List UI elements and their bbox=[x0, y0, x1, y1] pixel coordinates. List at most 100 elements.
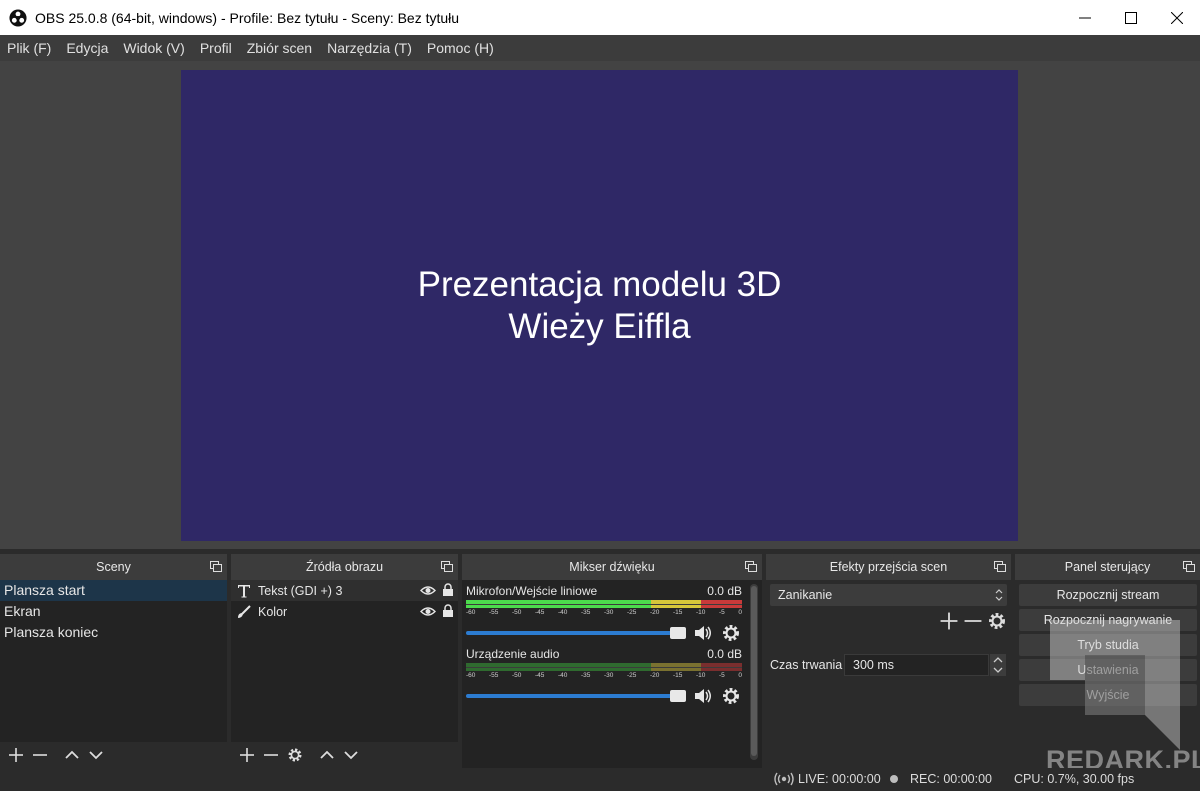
undock-icon[interactable] bbox=[210, 561, 222, 573]
source-label: Kolor bbox=[258, 604, 288, 619]
preview-area: Prezentacja modelu 3D Wieży Eiffla bbox=[0, 61, 1200, 549]
add-scene-button[interactable] bbox=[4, 744, 28, 766]
menu-file[interactable]: Plik (F) bbox=[7, 40, 51, 56]
rec-status: REC: 00:00:00 bbox=[890, 772, 992, 786]
volume-slider-handle[interactable] bbox=[670, 627, 686, 639]
controls-dock-title: Panel sterujący bbox=[1064, 560, 1151, 574]
plus-icon bbox=[240, 748, 254, 762]
duration-spinner[interactable] bbox=[990, 654, 1006, 676]
undock-icon[interactable] bbox=[994, 561, 1006, 573]
menu-edit[interactable]: Edycja bbox=[66, 40, 108, 56]
exit-button[interactable]: Wyjście bbox=[1019, 684, 1197, 706]
move-scene-down-button[interactable] bbox=[84, 744, 108, 766]
chevron-up-icon bbox=[65, 750, 79, 759]
lock-icon[interactable] bbox=[442, 604, 454, 618]
preview-canvas[interactable]: Prezentacja modelu 3D Wieży Eiffla bbox=[181, 70, 1018, 541]
move-scene-up-button[interactable] bbox=[60, 744, 84, 766]
channel-settings-button[interactable] bbox=[720, 623, 742, 643]
volume-meter bbox=[466, 663, 742, 671]
title-bar: OBS 25.0.8 (64-bit, windows) - Profile: … bbox=[0, 0, 1200, 35]
audio-mixer-dock: Mikser dźwięku Mikrofon/Wejście liniowe … bbox=[462, 554, 762, 768]
mute-button[interactable] bbox=[692, 623, 714, 643]
meter-ticks: -60 -55 -50 -45 -40 -35 -30 -25 -20 -15 -10 -5 0 bbox=[466, 609, 742, 616]
sources-dock-title: Źródła obrazu bbox=[305, 560, 384, 574]
close-button[interactable] bbox=[1154, 0, 1200, 35]
source-properties-button[interactable] bbox=[283, 744, 307, 766]
channel-settings-button[interactable] bbox=[720, 686, 742, 706]
brush-icon bbox=[235, 604, 253, 620]
chevron-down-icon bbox=[89, 751, 103, 760]
text-icon bbox=[235, 583, 253, 599]
transition-select[interactable]: Zanikanie bbox=[770, 584, 1007, 606]
status-bar: LIVE: 00:00:00 REC: 00:00:00 CPU: 0.7%, … bbox=[0, 768, 1200, 791]
preview-text-line-2: Wieży Eiffla bbox=[508, 306, 691, 346]
meter-ticks: -60 -55 -50 -45 -40 -35 -30 -25 -20 -15 -10 -5 0 bbox=[466, 672, 742, 679]
settings-button[interactable]: Ustawienia bbox=[1019, 659, 1197, 681]
spin-arrows-icon bbox=[993, 657, 1003, 673]
scene-item[interactable]: Plansza koniec bbox=[0, 622, 227, 643]
speaker-icon bbox=[695, 689, 711, 703]
cpu-status: CPU: 0.7%, 30.00 fps bbox=[1014, 772, 1134, 786]
lock-icon[interactable] bbox=[442, 583, 454, 597]
add-transition-button[interactable] bbox=[937, 610, 961, 632]
transition-select-value: Zanikanie bbox=[778, 588, 833, 602]
mixer-channel: Urządzenie audio 0.0 dB -60 -55 -50 -45 -40-… bbox=[466, 647, 742, 706]
source-item[interactable]: Kolor bbox=[231, 601, 458, 622]
mixer-channel: Mikrofon/Wejście liniowe 0.0 dB -60 -55 -5… bbox=[466, 584, 742, 643]
plus-icon bbox=[940, 612, 958, 630]
undock-icon[interactable] bbox=[745, 561, 757, 573]
scene-item[interactable]: Plansza start bbox=[0, 580, 227, 601]
maximize-button[interactable] bbox=[1108, 0, 1154, 35]
studio-mode-button[interactable]: Tryb studia bbox=[1019, 634, 1197, 656]
add-source-button[interactable] bbox=[235, 744, 259, 766]
menu-profile[interactable]: Profil bbox=[200, 40, 232, 56]
channel-name: Mikrofon/Wejście liniowe bbox=[466, 584, 598, 598]
live-timer: LIVE: 00:00:00 bbox=[798, 772, 881, 786]
remove-transition-button[interactable] bbox=[961, 610, 985, 632]
volume-slider[interactable] bbox=[466, 627, 686, 639]
gear-icon bbox=[288, 748, 302, 762]
volume-meter bbox=[466, 600, 742, 608]
rec-timer: REC: 00:00:00 bbox=[910, 772, 992, 786]
sources-dock: Źródła obrazu Tekst (GDI +) 3 Kolor bbox=[231, 554, 458, 768]
minimize-button[interactable] bbox=[1062, 0, 1108, 35]
chevron-up-icon bbox=[320, 750, 334, 759]
chevron-down-icon bbox=[344, 751, 358, 760]
remove-source-button[interactable] bbox=[259, 744, 283, 766]
start-streaming-button[interactable]: Rozpocznij stream bbox=[1019, 584, 1197, 606]
duration-input[interactable]: 300 ms bbox=[844, 654, 989, 676]
menu-tools[interactable]: Narzędzia (T) bbox=[327, 40, 412, 56]
transition-properties-button[interactable] bbox=[985, 610, 1009, 632]
plus-icon bbox=[9, 748, 23, 762]
scene-item[interactable]: Ekran bbox=[0, 601, 227, 622]
close-icon bbox=[1171, 11, 1183, 24]
cpu-fps: CPU: 0.7%, 30.00 fps bbox=[1014, 772, 1135, 786]
remove-scene-button[interactable] bbox=[28, 744, 52, 766]
speaker-icon bbox=[695, 626, 711, 640]
source-item[interactable]: Tekst (GDI +) 3 bbox=[231, 580, 458, 601]
menu-view[interactable]: Widok (V) bbox=[123, 40, 184, 56]
visibility-eye-icon[interactable] bbox=[420, 584, 436, 597]
updown-arrows-icon bbox=[995, 589, 1003, 601]
undock-icon[interactable] bbox=[1183, 561, 1195, 573]
mute-button[interactable] bbox=[692, 686, 714, 706]
scenes-dock-title: Sceny bbox=[96, 560, 131, 574]
volume-slider[interactable] bbox=[466, 690, 686, 702]
live-status: LIVE: 00:00:00 bbox=[774, 772, 881, 786]
menu-scene-collection[interactable]: Zbiór scen bbox=[247, 40, 312, 56]
scenes-toolbar bbox=[0, 742, 227, 768]
undock-icon[interactable] bbox=[441, 561, 453, 573]
gear-icon bbox=[723, 688, 739, 704]
move-source-up-button[interactable] bbox=[315, 744, 339, 766]
visibility-eye-icon[interactable] bbox=[420, 605, 436, 618]
scenes-dock: Sceny Plansza start Ekran Plansza koniec bbox=[0, 554, 227, 768]
menu-help[interactable]: Pomoc (H) bbox=[427, 40, 494, 56]
sources-dock-header: Źródła obrazu bbox=[231, 554, 458, 580]
volume-slider-handle[interactable] bbox=[670, 690, 686, 702]
start-recording-button[interactable]: Rozpocznij nagrywanie bbox=[1019, 609, 1197, 631]
move-source-down-button[interactable] bbox=[339, 744, 363, 766]
transitions-body: Zanikanie Czas trwania 300 ms bbox=[766, 580, 1011, 768]
transitions-dock-title: Efekty przejścia scen bbox=[829, 560, 948, 574]
transitions-dock: Efekty przejścia scen Zanikanie Czas trw… bbox=[766, 554, 1011, 768]
mixer-scrollbar[interactable] bbox=[750, 584, 758, 760]
